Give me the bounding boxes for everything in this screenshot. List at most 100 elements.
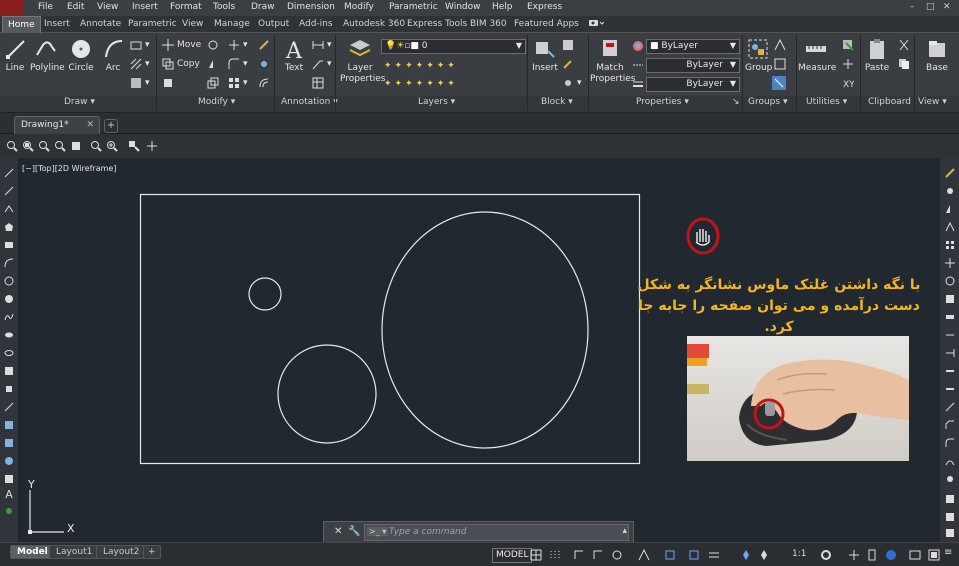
line-icon[interactable] [4, 168, 14, 178]
make-block-icon[interactable] [4, 384, 14, 394]
rectangle-icon[interactable] [4, 240, 14, 250]
menu-tools[interactable]: Tools [213, 2, 235, 12]
hardware-acceleration-icon[interactable] [909, 549, 921, 561]
model-space-button[interactable]: MODEL [492, 548, 533, 563]
copy-icon[interactable] [945, 186, 955, 196]
join-icon[interactable] [945, 402, 955, 412]
tab-insert[interactable]: Insert [44, 19, 70, 29]
menu-parametric[interactable]: Parametric [389, 2, 438, 12]
annotation-panel-title[interactable]: Annotation ▾ [281, 97, 338, 107]
ungroup-button[interactable] [774, 39, 786, 51]
attribute-button[interactable]: ▾ [562, 77, 582, 89]
workspace-gear-icon[interactable] [820, 549, 832, 561]
close-icon[interactable]: ✕ [86, 120, 94, 130]
cut-button[interactable] [898, 39, 910, 51]
extend-icon[interactable] [945, 348, 955, 358]
object-snap-icon[interactable] [688, 549, 700, 561]
gradient-icon[interactable] [4, 438, 14, 448]
match-properties-button[interactable]: Match Properties [590, 37, 635, 85]
annotation-scale[interactable]: 1:1 [792, 549, 806, 559]
dimension-button[interactable]: ▾ [312, 39, 332, 51]
line-button[interactable]: Line [4, 37, 26, 74]
group-selection-button[interactable] [772, 76, 786, 90]
layer-dropdown[interactable]: 💡☀▫■ 0 ▼ [381, 39, 526, 54]
menu-express[interactable]: Express [527, 2, 562, 12]
zoom-out-icon[interactable] [128, 140, 140, 152]
paste-button[interactable]: Paste [864, 37, 890, 74]
zoom-object-icon[interactable] [90, 140, 102, 152]
copy-clip-button[interactable] [898, 58, 910, 70]
fillet-button[interactable]: ▾ [228, 58, 248, 70]
tab-layout2[interactable]: Layout2 [96, 545, 147, 559]
ellipse-icon[interactable] [4, 330, 14, 340]
group-button[interactable]: Group [745, 37, 772, 74]
create-block-button[interactable] [562, 39, 574, 51]
menu-window[interactable]: Window [445, 2, 481, 12]
lineweight-icon[interactable] [708, 549, 720, 561]
rotate-button[interactable] [207, 39, 219, 51]
erase-icon[interactable] [945, 168, 955, 178]
circle-icon[interactable] [4, 276, 14, 286]
group-edit-button[interactable] [774, 58, 786, 70]
tab-autodesk-360[interactable]: Autodesk 360 [343, 19, 405, 29]
groups-panel-title[interactable]: Groups ▾ [748, 97, 787, 107]
tab-featured-apps[interactable]: Featured Apps [514, 19, 579, 29]
object-snap-tracking-icon[interactable] [664, 549, 676, 561]
layer-tools-row-1[interactable]: ✦ ✦ ✦ ✦ ✦ ✦ ✦ [384, 61, 455, 71]
dialog-launcher-icon[interactable]: ↘ [732, 97, 740, 107]
tab-annotate[interactable]: Annotate [80, 19, 121, 29]
copy-button[interactable]: Copy [162, 58, 200, 70]
tab-output[interactable]: Output [258, 19, 289, 29]
isodraft-icon[interactable] [638, 549, 650, 561]
match-icon[interactable] [945, 512, 955, 522]
circle-button[interactable]: Circle [68, 37, 94, 74]
edit-block-button[interactable] [562, 58, 574, 70]
hatch-icon[interactable] [4, 420, 14, 430]
properties-icon[interactable] [945, 494, 955, 504]
point-icon[interactable] [4, 402, 14, 412]
linetype-dropdown[interactable]: ByLayer ▼ [646, 58, 740, 73]
insert-block-icon[interactable] [4, 366, 14, 376]
break-at-point-icon[interactable] [945, 384, 955, 394]
minimize-button[interactable]: – [910, 2, 915, 12]
new-tab-button[interactable]: + [104, 119, 118, 133]
table-icon[interactable] [4, 474, 14, 484]
zoom-scale-icon[interactable] [54, 140, 66, 152]
scale-icon[interactable] [945, 294, 955, 304]
menu-edit[interactable]: Edit [67, 2, 84, 12]
tab-home[interactable]: Home [2, 16, 41, 33]
insert-block-button[interactable]: Insert [532, 37, 558, 74]
app-logo-icon[interactable] [0, 0, 24, 16]
region-icon[interactable] [4, 456, 14, 466]
zoom-center-icon[interactable] [70, 140, 82, 152]
clean-screen-icon[interactable] [928, 549, 940, 561]
wrench-icon[interactable]: 🔧 [348, 526, 360, 537]
zoom-realtime-icon[interactable] [6, 140, 18, 152]
mirror-button[interactable] [207, 58, 219, 70]
menu-help[interactable]: Help [492, 2, 513, 12]
explode-icon[interactable] [945, 474, 955, 484]
draw-panel-title[interactable]: Draw ▾ [64, 97, 95, 107]
menu-view[interactable]: View [97, 2, 118, 12]
hatch-button[interactable]: ▾ [130, 58, 150, 70]
array-icon[interactable] [945, 240, 955, 250]
fillet-icon[interactable] [945, 438, 955, 448]
tab-express-tools[interactable]: Express Tools [407, 19, 467, 29]
command-prompt-icon[interactable]: >_ ▾ [367, 527, 389, 536]
layers-panel-title[interactable]: Layers ▾ [418, 97, 455, 107]
layer-properties-button[interactable]: Layer Properties [340, 37, 385, 85]
multiline-text-icon[interactable]: A [4, 488, 14, 498]
command-history-icon[interactable]: ▴ [622, 526, 627, 536]
polyline-button[interactable]: Polyline [30, 37, 65, 74]
menu-modify[interactable]: Modify [344, 2, 374, 12]
annotation-visibility-icon[interactable] [740, 549, 752, 561]
table-button[interactable] [312, 77, 324, 89]
rotate-icon[interactable] [945, 276, 955, 286]
polyline-icon[interactable] [4, 204, 14, 214]
spline-icon[interactable] [4, 312, 14, 322]
construction-line-icon[interactable] [4, 186, 14, 196]
region-button[interactable]: ▾ [130, 77, 150, 89]
maximize-button[interactable]: □ [926, 2, 935, 12]
menu-dimension[interactable]: Dimension [287, 2, 335, 12]
leader-button[interactable]: ▾ [312, 58, 332, 70]
